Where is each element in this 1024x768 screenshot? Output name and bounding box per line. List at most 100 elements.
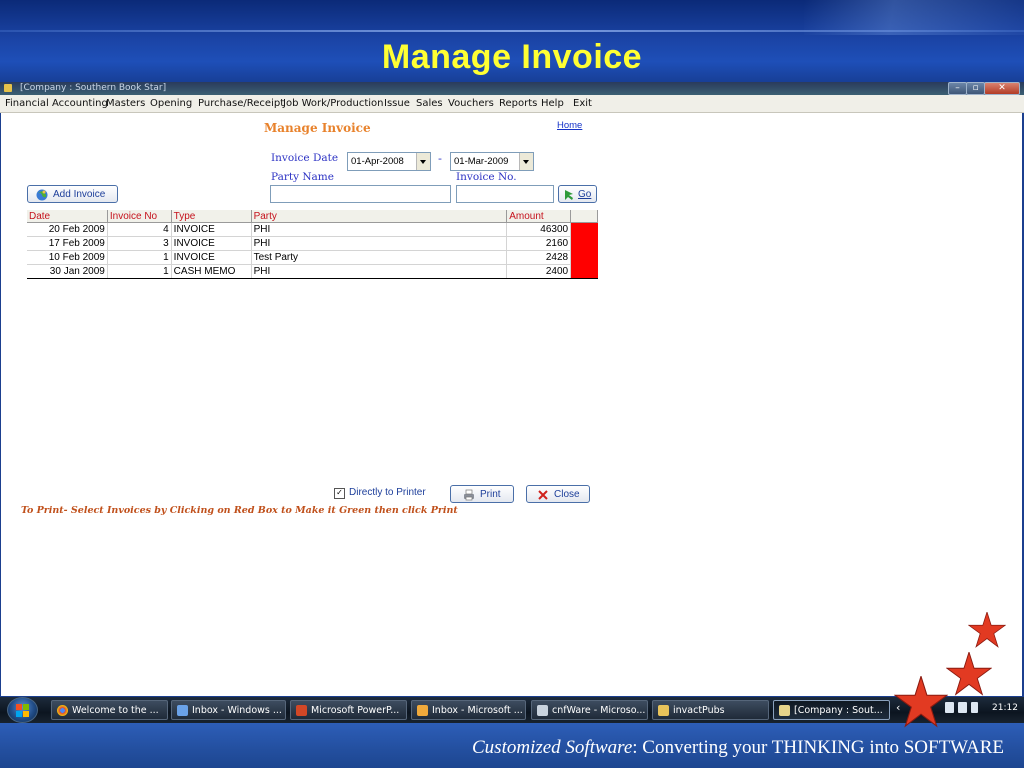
menu-exit[interactable]: Exit — [573, 98, 592, 109]
cell-type: INVOICE — [171, 222, 252, 237]
start-button[interactable] — [7, 697, 38, 723]
table-row[interactable]: 30 Jan 2009 1 CASH MEMO PHI 2400 — [27, 264, 598, 279]
cell-party: Test Party — [251, 250, 508, 265]
col-select — [570, 210, 598, 223]
go-button[interactable]: Go — [558, 185, 597, 203]
add-invoice-button[interactable]: Add Invoice — [27, 185, 118, 203]
taskbar-item-label: Inbox - Microsoft ... — [432, 705, 523, 716]
date-from-select[interactable]: 01-Apr-2008 — [347, 152, 431, 171]
taskbar-item-label: Microsoft PowerP... — [311, 705, 400, 716]
close-icon — [538, 490, 548, 500]
tagline-rest: : Converting your THINKING into SOFTWARE — [632, 737, 1004, 758]
cell-invoice-no: 3 — [107, 236, 172, 251]
windows-logo-icon — [16, 704, 29, 717]
chevron-down-icon[interactable] — [416, 153, 430, 170]
col-amount[interactable]: Amount — [506, 210, 572, 223]
invoice-no-label: Invoice No. — [456, 171, 517, 183]
star-icon — [894, 676, 948, 728]
directly-to-printer-checkbox[interactable]: ✓ — [334, 488, 345, 499]
home-link[interactable]: Home — [557, 120, 582, 131]
cell-date: 30 Jan 2009 — [27, 264, 108, 279]
cell-date: 10 Feb 2009 — [27, 250, 108, 265]
col-type[interactable]: Type — [171, 210, 252, 223]
taskbar-item-invactpubs[interactable]: invactPubs — [652, 700, 769, 720]
menu-issue[interactable]: Issue — [384, 98, 410, 109]
cell-invoice-no: 1 — [107, 250, 172, 265]
banner-line — [0, 30, 1024, 32]
date-to-value: 01-Mar-2009 — [454, 156, 509, 167]
table-row[interactable]: 20 Feb 2009 4 INVOICE PHI 46300 — [27, 222, 598, 237]
menu-sales[interactable]: Sales — [416, 98, 443, 109]
globe-icon — [36, 189, 48, 201]
date-from-value: 01-Apr-2008 — [351, 156, 404, 167]
select-box[interactable] — [570, 250, 598, 265]
table-row[interactable]: 10 Feb 2009 1 INVOICE Test Party 2428 — [27, 250, 598, 265]
close-window-button[interactable]: ✕ — [984, 82, 1020, 95]
client-area: Manage Invoice Home Invoice Date 01-Apr-… — [1, 113, 1022, 696]
taskbar-item-welcome[interactable]: Welcome to the ... — [51, 700, 168, 720]
cell-invoice-no: 4 — [107, 222, 172, 237]
select-box[interactable] — [570, 222, 598, 237]
menu-purchase-receipt[interactable]: Purchase/Receipt — [198, 98, 284, 109]
menu-vouchers[interactable]: Vouchers — [448, 98, 494, 109]
invoice-no-input[interactable] — [456, 185, 554, 203]
restore-button[interactable]: ▫ — [966, 82, 985, 95]
minimize-button[interactable]: – — [948, 82, 967, 95]
clock[interactable]: 21:12 — [992, 703, 1018, 713]
taskbar-item-outlook[interactable]: Inbox - Microsoft ... — [411, 700, 526, 720]
close-button[interactable]: Close — [526, 485, 590, 503]
print-button[interactable]: Print — [450, 485, 514, 503]
print-instructions: To Print- Select Invoices by Clicking on… — [21, 505, 458, 516]
app-icon — [779, 705, 790, 716]
printer-icon — [464, 489, 474, 501]
col-invoice-no[interactable]: Invoice No — [107, 210, 172, 223]
menu-help[interactable]: Help — [541, 98, 564, 109]
directly-to-printer-label[interactable]: Directly to Printer — [349, 487, 426, 498]
select-box[interactable] — [570, 264, 598, 279]
col-date[interactable]: Date — [27, 210, 108, 223]
cell-date: 17 Feb 2009 — [27, 236, 108, 251]
star-icon — [968, 612, 1006, 648]
taskbar-item-label: Welcome to the ... — [72, 705, 159, 716]
volume-icon[interactable] — [971, 702, 978, 713]
taskbar-item-company[interactable]: [Company : Sout... — [773, 700, 890, 720]
table-header-row: Date Invoice No Type Party Amount — [27, 210, 598, 223]
star-icon — [946, 652, 992, 696]
menu-job-work-production[interactable]: Job Work/Production — [283, 98, 384, 109]
select-box[interactable] — [570, 236, 598, 251]
menu-bar: Financial Accounting Masters Opening Pur… — [0, 95, 1024, 113]
cell-amount: 46300 — [506, 222, 572, 237]
print-label: Print — [480, 489, 501, 500]
cell-party: PHI — [251, 222, 508, 237]
go-arrow-icon — [565, 190, 573, 200]
menu-reports[interactable]: Reports — [499, 98, 537, 109]
taskbar-item-powerpoint[interactable]: Microsoft PowerP... — [290, 700, 407, 720]
page-heading: Manage Invoice — [264, 121, 371, 135]
menu-masters[interactable]: Masters — [106, 98, 145, 109]
cell-amount: 2400 — [506, 264, 572, 279]
cell-amount: 2428 — [506, 250, 572, 265]
taskbar-item-cnfware[interactable]: cnfWare - Microso... — [531, 700, 648, 720]
app-icon — [4, 84, 12, 92]
col-party[interactable]: Party — [251, 210, 508, 223]
date-to-select[interactable]: 01-Mar-2009 — [450, 152, 534, 171]
chevron-down-icon[interactable] — [519, 153, 533, 170]
taskbar-item-inbox-windows[interactable]: Inbox - Windows ... — [171, 700, 286, 720]
cell-date: 20 Feb 2009 — [27, 222, 108, 237]
taskbar-item-label: [Company : Sout... — [794, 705, 883, 716]
cell-party: PHI — [251, 264, 508, 279]
system-tray — [945, 702, 985, 716]
monitor-icon[interactable] — [958, 702, 967, 713]
window-titlebar[interactable]: [Company : Southern Book Star] – ▫ ✕ — [0, 82, 1024, 95]
taskbar: Welcome to the ... Inbox - Windows ... M… — [0, 697, 1024, 723]
table-row[interactable]: 17 Feb 2009 3 INVOICE PHI 2160 — [27, 236, 598, 251]
cell-party: PHI — [251, 236, 508, 251]
cell-invoice-no: 1 — [107, 264, 172, 279]
chrome-icon — [57, 705, 68, 716]
menu-opening[interactable]: Opening — [150, 98, 192, 109]
menu-financial-accounting[interactable]: Financial Accounting — [5, 98, 108, 109]
party-name-input[interactable] — [270, 185, 451, 203]
taskbar-item-label: Inbox - Windows ... — [192, 705, 282, 716]
powerpoint-icon — [296, 705, 307, 716]
pointer-icon — [537, 705, 548, 716]
